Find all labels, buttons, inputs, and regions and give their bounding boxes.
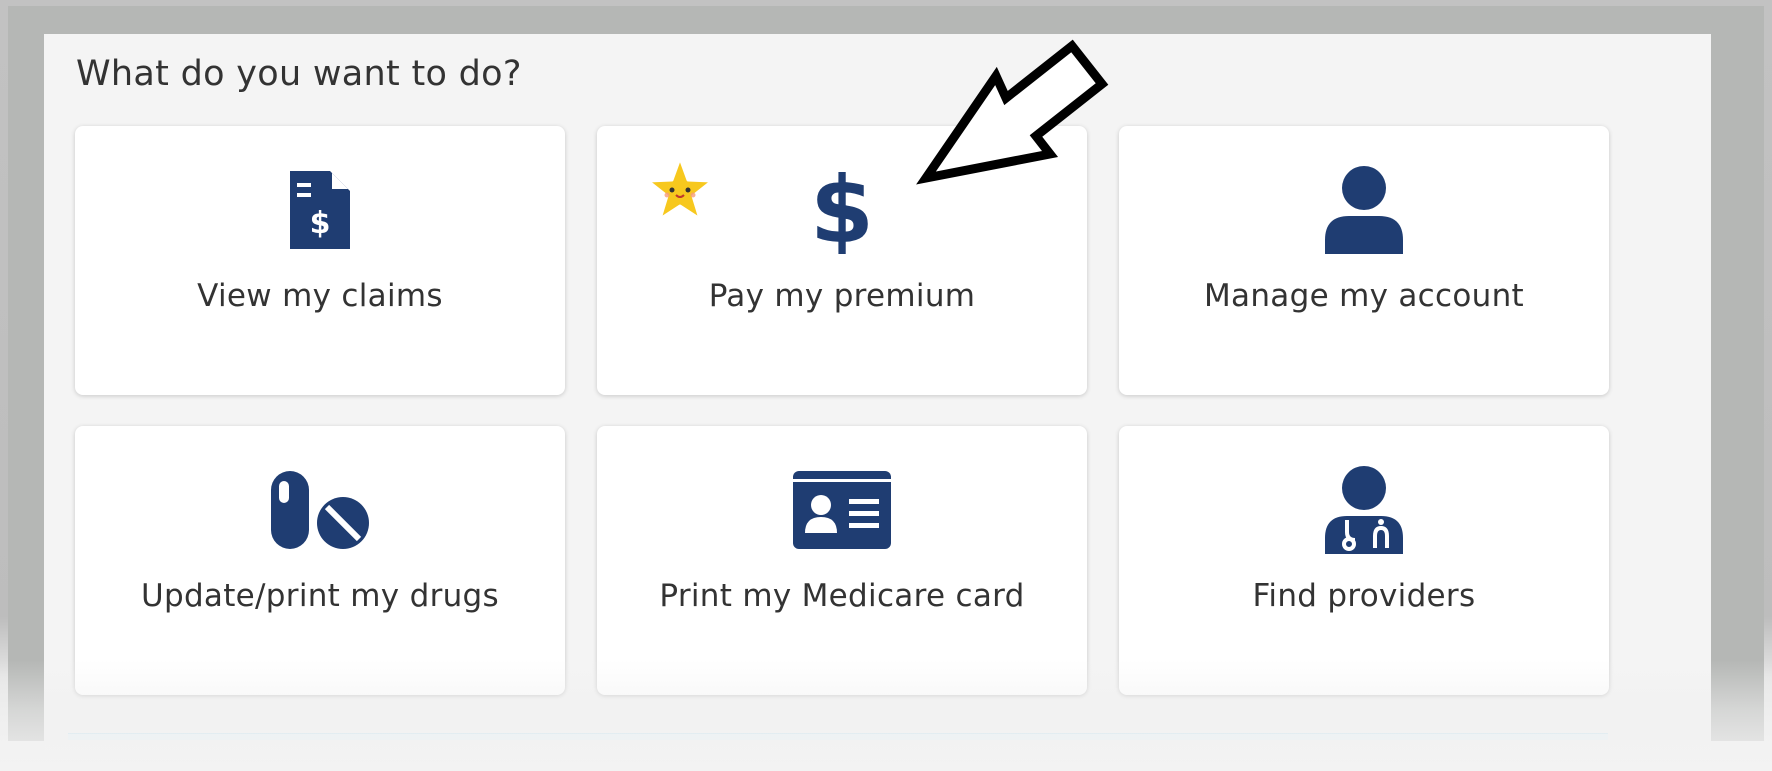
section-heading: What do you want to do? <box>76 54 522 94</box>
update-drugs-tile[interactable]: Update/print my drugs <box>75 426 565 695</box>
tile-label: Find providers <box>1252 578 1476 614</box>
manage-account-tile[interactable]: Manage my account <box>1119 126 1609 395</box>
action-tiles-grid: $ View my claims $ Pay my premium Manage… <box>75 126 1615 695</box>
pills-icon <box>271 466 369 554</box>
next-section-edge <box>68 733 1608 740</box>
dollar-sign-icon: $ <box>814 166 870 254</box>
find-providers-tile[interactable]: Find providers <box>1119 426 1609 695</box>
claim-document-icon: $ <box>290 166 350 254</box>
id-card-icon <box>793 466 891 554</box>
user-icon <box>1325 166 1403 254</box>
svg-text:$: $ <box>814 166 870 254</box>
doctor-icon <box>1325 466 1403 554</box>
tile-label: Pay my premium <box>708 278 976 314</box>
tile-label: View my claims <box>197 278 443 314</box>
smiling-star-icon <box>645 156 715 226</box>
view-claims-tile[interactable]: $ View my claims <box>75 126 565 395</box>
tile-label: Print my Medicare card <box>659 578 1025 614</box>
print-medicare-card-tile[interactable]: Print my Medicare card <box>597 426 1087 695</box>
arrow-pointer-icon <box>878 26 1118 190</box>
tile-label: Update/print my drugs <box>140 578 499 614</box>
tile-label: Manage my account <box>1204 278 1524 314</box>
svg-text:$: $ <box>310 206 331 241</box>
screenshot-frame: What do you want to do? $ View my claims <box>8 6 1764 750</box>
